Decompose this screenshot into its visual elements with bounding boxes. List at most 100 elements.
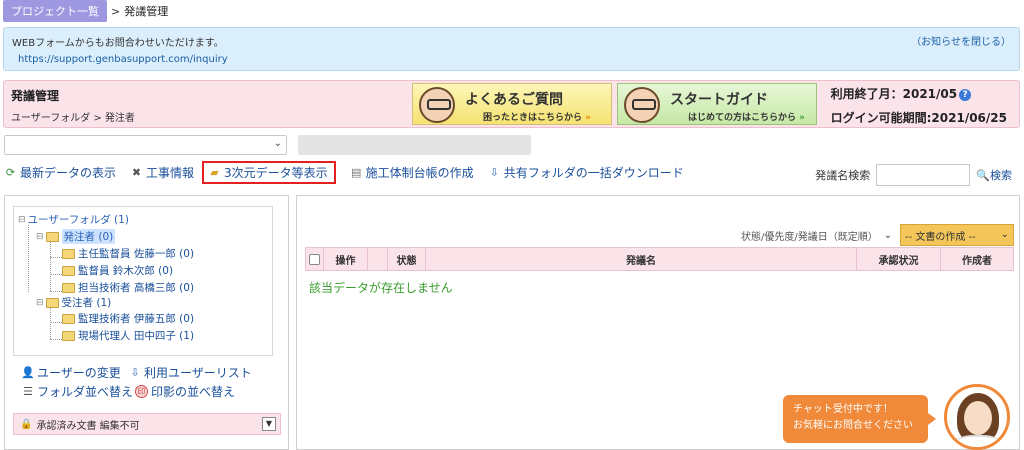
seal-sort-link[interactable]: 印 印影の並べ替え <box>135 383 235 400</box>
notice-close-link[interactable]: （お知らせを閉じる） <box>911 33 1011 48</box>
collapse-icon[interactable]: ⊟ <box>36 232 44 242</box>
faq-banner[interactable]: よくあるご質問 困ったときはこちらから » <box>412 83 612 125</box>
tree-node-label: 監督員 鈴木次郎 (0) <box>78 265 174 277</box>
search-button-label: 検索 <box>990 169 1012 182</box>
faq-banner-title: よくあるご質問 <box>465 92 563 108</box>
left-panel: ⊟ ユーザーフォルダ (1) ⊟ 発注者 (0) 主任監督員 佐藤一郎 (0) … <box>4 195 289 450</box>
chevron-down-icon: ⌄ <box>1000 229 1009 240</box>
help-icon[interactable]: ? <box>959 88 972 101</box>
show-3d-data-label: 3次元データ等表示 <box>224 165 328 180</box>
search-button[interactable]: 🔍検索 <box>976 167 1012 183</box>
breadcrumb-project-list-link[interactable]: プロジェクト一覧 <box>3 0 107 22</box>
notice-message: WEBフォームからもお問合わせいただけます。 <box>12 38 224 49</box>
folder-icon <box>62 248 75 259</box>
tree-line <box>50 322 62 323</box>
notice-url-link[interactable]: https://support.genbasupport.com/inquiry <box>18 54 1011 65</box>
tree-node-orderer[interactable]: ⊟ 発注者 (0) <box>36 229 116 244</box>
show-3d-data-button[interactable]: ▰ 3次元データ等表示 <box>202 160 336 184</box>
page-header: 発議管理 ユーザーフォルダ > 発注者 よくあるご質問 困ったときはこちらから … <box>3 80 1020 128</box>
change-user-label: ユーザーの変更 <box>37 366 121 380</box>
column-header-operation[interactable]: 操作 <box>324 248 368 270</box>
column-header-approval[interactable]: 承認状況 <box>857 248 941 270</box>
notice-panel: WEBフォームからもお問合わせいただけます。 https://support.g… <box>3 27 1020 71</box>
user-icon: 👤 <box>21 366 35 379</box>
arrow-icon: » <box>799 113 805 123</box>
tree-node-contractor-label: 受注者 (1) <box>61 297 112 309</box>
chat-operator-avatar[interactable] <box>944 384 1010 450</box>
refresh-data-icon: ⟳ <box>5 165 16 179</box>
chat-bubble[interactable]: チャット受付中です！ お気軽にお問合せください <box>783 395 936 443</box>
folder-icon <box>62 330 75 341</box>
create-ledger-button[interactable]: ▤ 施工体制台帳の作成 <box>350 164 474 181</box>
guide-character-icon <box>624 87 660 123</box>
show-latest-data-label: 最新データの表示 <box>20 165 117 180</box>
breadcrumb: プロジェクト一覧 > 発議管理 <box>0 0 168 22</box>
avatar-face <box>964 401 992 435</box>
project-select[interactable]: ⌄ <box>4 135 287 155</box>
column-header-creator[interactable]: 作成者 <box>941 248 1013 270</box>
table-header: 操作 状態 発議名 承認状況 作成者 <box>305 247 1014 271</box>
arrow-icon: » <box>585 113 591 123</box>
tree-node-orderer-2[interactable]: 監督員 鈴木次郎 (0) <box>62 263 173 278</box>
tree-node-orderer-3[interactable]: 担当技術者 高橋三郎 (0) <box>62 280 194 295</box>
faq-banner-subtitle-text: 困ったときはこちらから <box>483 113 583 123</box>
seal-icon: 印 <box>135 385 148 398</box>
download-icon: ⇩ <box>489 165 499 179</box>
faq-character-icon <box>419 87 455 123</box>
page-title: 発議管理 <box>11 89 60 103</box>
approved-documents-header: 🔒 承認済み文書 編集不可 ▼ <box>13 413 281 435</box>
tree-line <box>28 225 29 292</box>
faq-banner-subtitle: 困ったときはこちらから » <box>483 110 591 123</box>
folder-sort-label: フォルダ並べ替え <box>37 385 134 399</box>
tree-node-user-folder[interactable]: ⊟ ユーザーフォルダ (1) <box>18 212 129 227</box>
tree-node-label: 担当技術者 高橋三郎 (0) <box>78 282 195 294</box>
search-area: 発議名検索 🔍検索 <box>815 164 1012 186</box>
chat-line-1: チャット受付中です！ <box>793 404 893 415</box>
tree-node-orderer-label: 発注者 (0) <box>61 229 116 244</box>
usage-end-month: 利用終了月：2021/05 <box>830 87 958 101</box>
tree-node-contractor-2[interactable]: 現場代理人 田中四子 (1) <box>62 328 194 343</box>
collapse-icon[interactable]: ⊟ <box>36 298 44 308</box>
change-user-link[interactable]: 👤 ユーザーの変更 <box>21 364 121 381</box>
column-header-status[interactable]: 状態 <box>388 248 426 270</box>
tree-node-contractor-1[interactable]: 監理技術者 伊藤五郎 (0) <box>62 311 194 326</box>
select-all-checkbox[interactable] <box>309 253 320 265</box>
folder-icon <box>45 231 59 242</box>
tree-node-user-folder-label: ユーザーフォルダ (1) <box>27 214 129 226</box>
tree-node-contractor[interactable]: ⊟ 受注者 (1) <box>36 295 111 310</box>
column-header-title[interactable]: 発議名 <box>426 248 857 270</box>
project-name-field <box>298 135 531 155</box>
start-guide-banner[interactable]: スタートガイド はじめての方はこちらから » <box>617 83 817 125</box>
create-document-value: -- 文書の作成 -- <box>905 231 976 243</box>
search-input[interactable] <box>876 164 971 186</box>
bulk-download-button[interactable]: ⇩ 共有フォルダの一括ダウンロード <box>488 164 684 181</box>
guide-banner-subtitle-text: はじめての方はこちらから <box>688 113 797 123</box>
dropdown-toggle-icon[interactable]: ▼ <box>262 417 276 431</box>
tree-line <box>50 274 62 275</box>
folder-icon <box>62 265 75 276</box>
empty-message: 該当データが存在しません <box>309 281 453 295</box>
approved-documents-label: 承認済み文書 編集不可 <box>36 420 140 432</box>
folder-sort-link[interactable]: ☰ フォルダ並べ替え <box>21 383 133 400</box>
create-document-select[interactable]: -- 文書の作成 -- ⌄ <box>900 224 1014 246</box>
tree-node-label: 監理技術者 伊藤五郎 (0) <box>78 313 195 325</box>
collapse-icon[interactable]: ⊟ <box>18 215 26 225</box>
lock-icon: 🔒 <box>20 418 33 430</box>
toolbar: ⟳ 最新データの表示 ✖ 工事情報 ▰ 3次元データ等表示 ▤ 施工体制台帳の作… <box>4 160 698 184</box>
login-period: ログイン可能期間:2021/06/25 <box>830 111 1007 125</box>
tree-node-orderer-1[interactable]: 主任監督員 佐藤一郎 (0) <box>62 246 194 261</box>
sort-order-select[interactable]: 状態/優先度/発議日（既定順） ⌄ <box>737 225 895 245</box>
folder-tree: ⊟ ユーザーフォルダ (1) ⊟ 発注者 (0) 主任監督員 佐藤一郎 (0) … <box>13 206 273 356</box>
show-latest-data-button[interactable]: ⟳ 最新データの表示 <box>4 164 116 181</box>
breadcrumb-current: 発議管理 <box>124 5 169 18</box>
user-list-link[interactable]: ⇩ 利用ユーザーリスト <box>128 364 251 381</box>
sort-order-value: 状態/優先度/発議日（既定順） <box>741 231 878 243</box>
search-label: 発議名検索 <box>815 169 871 182</box>
work-info-button[interactable]: ✖ 工事情報 <box>130 164 194 181</box>
tree-node-label: 主任監督員 佐藤一郎 (0) <box>78 248 195 260</box>
folder-icon <box>62 313 75 324</box>
chevron-down-icon: ⌄ <box>273 138 282 149</box>
seal-sort-label: 印影の並べ替え <box>151 385 236 399</box>
chat-line-2: お気軽にお問合せください <box>793 420 913 431</box>
usage-info: 利用終了月：2021/05? ログイン可能期間:2021/06/25 <box>831 85 1007 126</box>
